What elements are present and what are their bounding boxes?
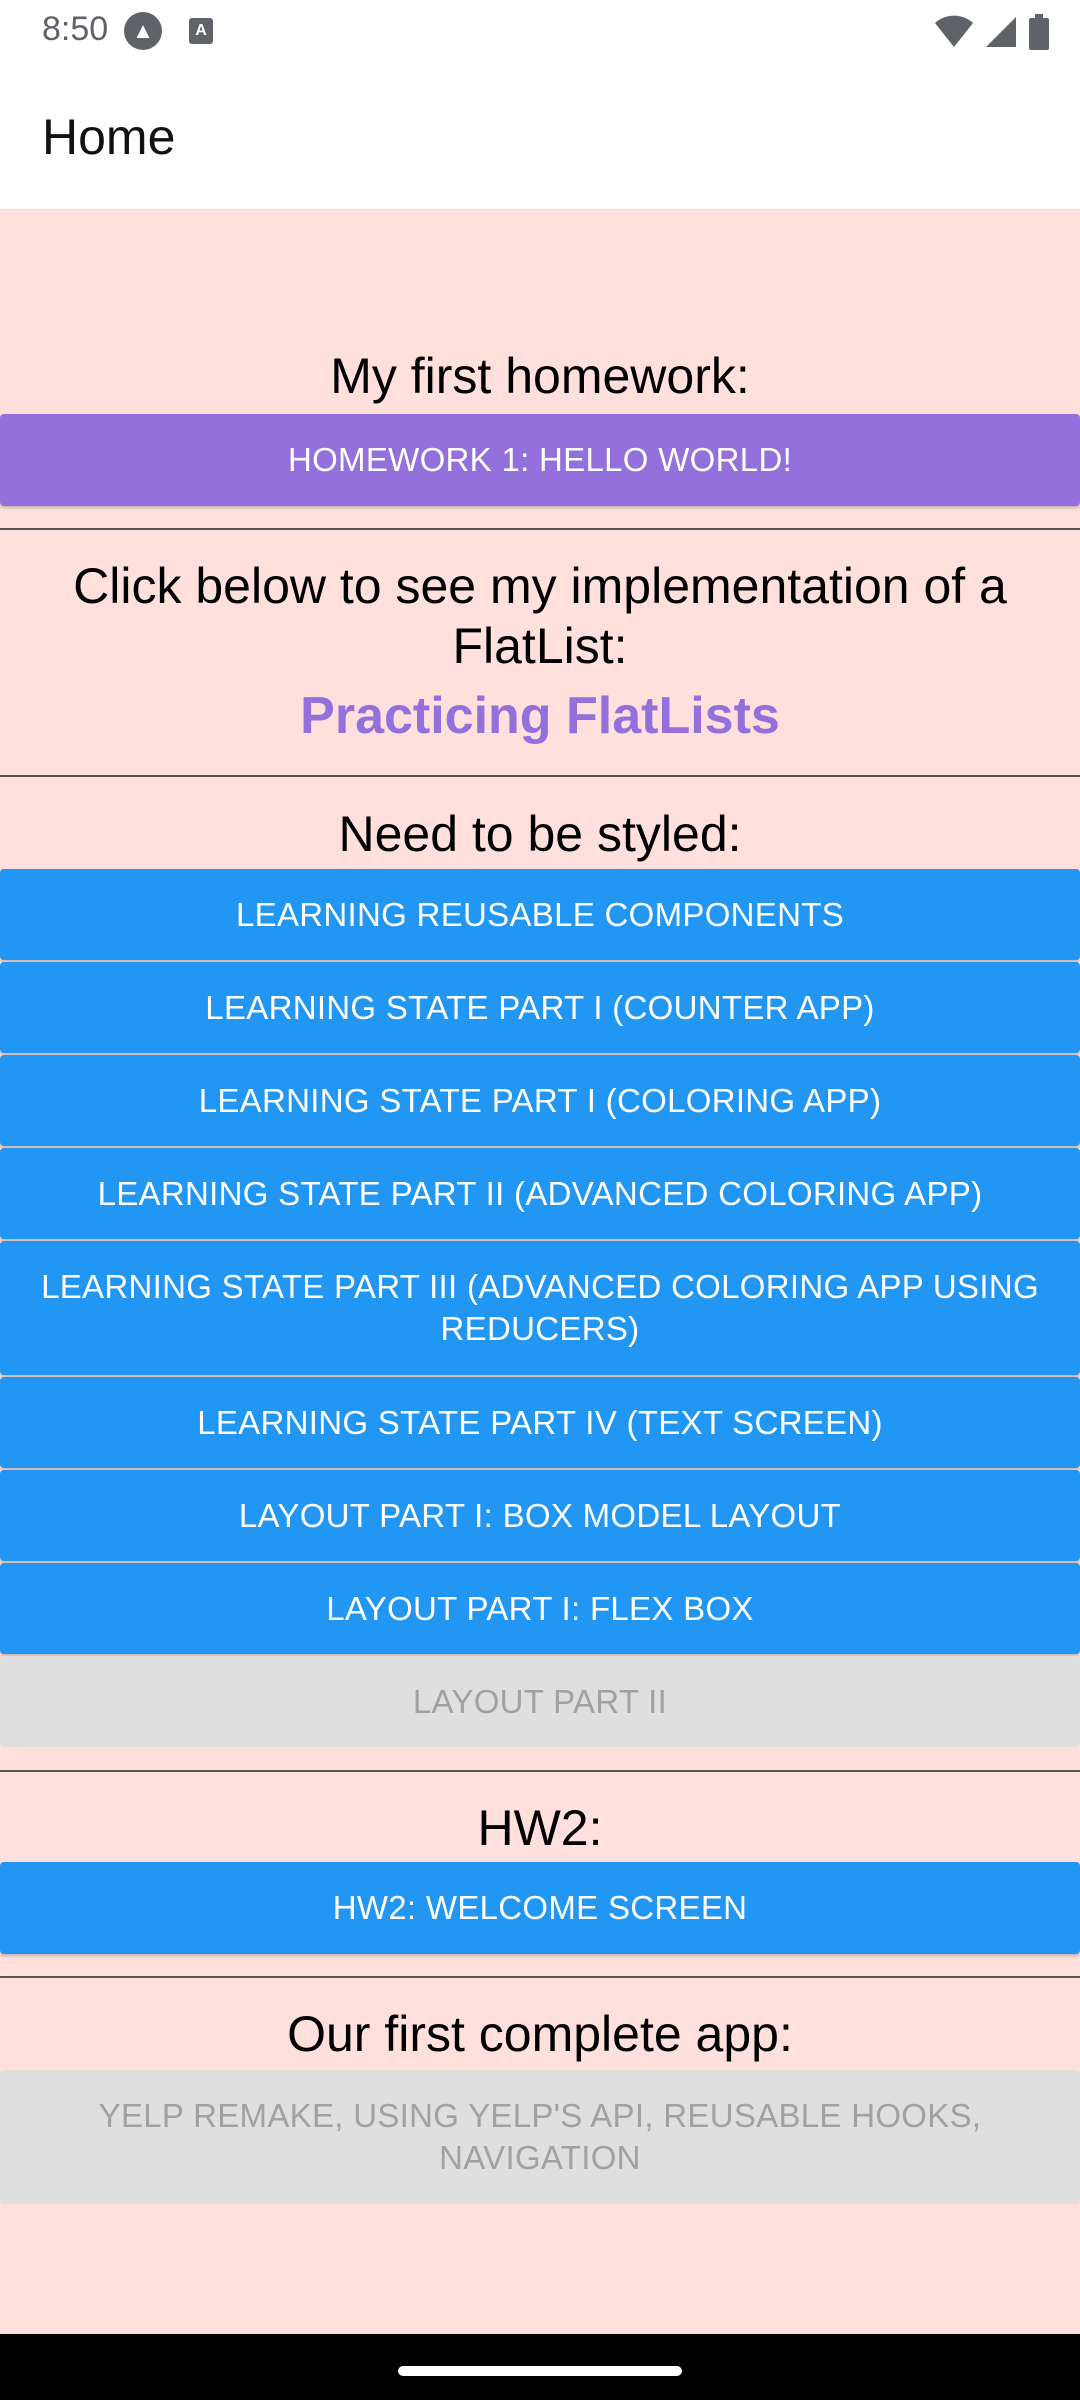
learning-state-coloring-button[interactable]: LEARNING STATE PART I (COLORING APP) [0, 1055, 1080, 1146]
learning-reusable-components-button[interactable]: LEARNING REUSABLE COMPONENTS [0, 869, 1080, 960]
signal-icon [986, 17, 1016, 47]
home-content[interactable]: My first homework: HOMEWORK 1: HELLO WOR… [0, 210, 1080, 2334]
practicing-flatlists-link[interactable]: Practicing FlatLists [0, 686, 1080, 746]
styled-heading: Need to be styled: [338, 806, 742, 862]
flex-box-layout-button[interactable]: LAYOUT PART I: FLEX BOX [0, 1563, 1080, 1654]
homework-1-button[interactable]: HOMEWORK 1: HELLO WORLD! [0, 414, 1080, 506]
status-time: 8:50 [42, 10, 109, 48]
a-icon: A [189, 18, 213, 44]
expo-icon: ▲ [124, 12, 162, 50]
hw2-welcome-screen-button[interactable]: HW2: WELCOME SCREEN [0, 1862, 1080, 1954]
box-model-layout-button[interactable]: LAYOUT PART I: BOX MODEL LAYOUT [0, 1470, 1080, 1561]
divider [0, 1770, 1080, 1772]
flatlist-description-line-2: FlatList: [452, 618, 628, 674]
learning-state-text-screen-button[interactable]: LEARNING STATE PART IV (TEXT SCREEN) [0, 1377, 1080, 1468]
app-header: Home [0, 62, 1080, 210]
complete-app-heading: Our first complete app: [287, 2006, 793, 2062]
wifi-icon [935, 15, 973, 47]
page-title: Home [42, 109, 176, 165]
layout-part-2-button: LAYOUT PART II [0, 1656, 1080, 1747]
learning-state-advanced-coloring-button[interactable]: LEARNING STATE PART II (ADVANCED COLORIN… [0, 1148, 1080, 1239]
home-gesture-handle[interactable] [398, 2366, 682, 2376]
hw1-heading: My first homework: [330, 348, 750, 404]
status-icons [934, 12, 1050, 52]
divider [0, 1976, 1080, 1978]
learning-state-reducers-button[interactable]: LEARNING STATE PART III (ADVANCED COLORI… [0, 1241, 1080, 1375]
learning-state-counter-button[interactable]: LEARNING STATE PART I (COUNTER APP) [0, 962, 1080, 1053]
hw2-heading: HW2: [477, 1800, 603, 1856]
flatlist-description-line-1: Click below to see my implementation of … [73, 558, 1007, 614]
battery-icon [1029, 14, 1049, 50]
status-bar: 8:50 ▲ A [0, 0, 1080, 62]
divider [0, 528, 1080, 530]
yelp-remake-button: YELP REMAKE, USING YELP'S API, REUSABLE … [0, 2070, 1080, 2204]
divider [0, 775, 1080, 777]
